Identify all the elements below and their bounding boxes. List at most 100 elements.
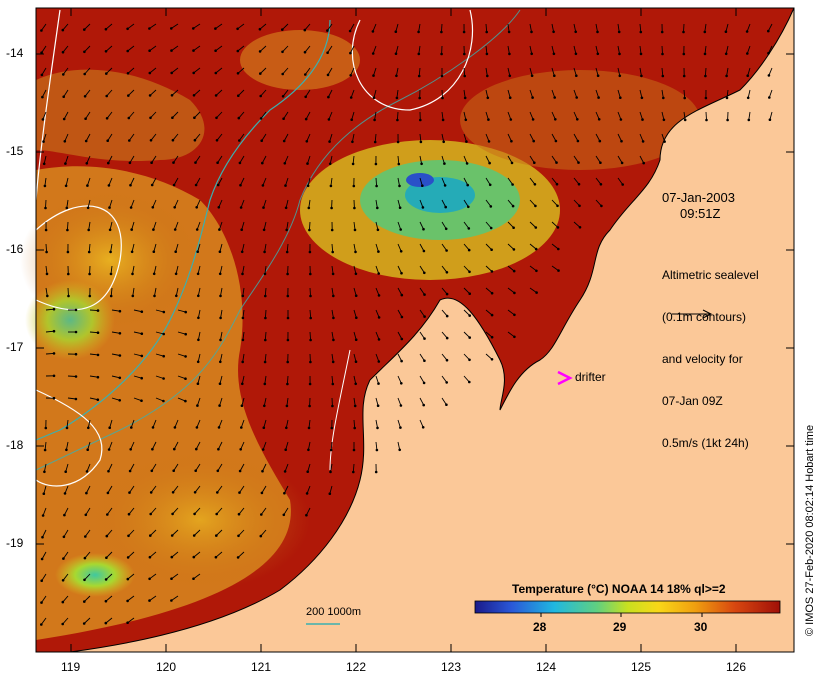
velocity-arrow-head <box>40 73 44 77</box>
velocity-arrow-head <box>83 95 87 98</box>
velocity-arrow-head <box>170 534 174 537</box>
velocity-arrow-head <box>618 52 621 56</box>
velocity-arrow-head <box>130 228 133 231</box>
velocity-arrow-head <box>52 329 56 333</box>
velocity-arrow-head <box>704 74 707 78</box>
altimetry-info-line-1: Altimetric sealevel <box>662 268 759 282</box>
velocity-arrow-head <box>468 314 472 317</box>
velocity-arrow-head <box>173 447 176 451</box>
velocity-arrow-head <box>215 512 218 516</box>
velocity-arrow-head <box>534 226 538 229</box>
velocity-arrow-head <box>258 50 262 53</box>
velocity-arrow-head <box>417 52 421 56</box>
velocity-arrow-head <box>237 94 240 97</box>
velocity-arrow-head <box>217 426 221 429</box>
velocity-arrow-head <box>422 249 426 253</box>
velocity-arrow-head <box>303 28 307 32</box>
velocity-arrow-head <box>129 206 133 209</box>
velocity-arrow-head <box>128 139 131 142</box>
velocity-arrow-head <box>489 205 493 208</box>
velocity-arrow-head <box>354 360 358 364</box>
velocity-arrow-head <box>377 316 381 319</box>
velocity-arrow-head <box>419 140 423 144</box>
velocity-arrow-head <box>662 118 666 122</box>
velocity-arrow-head <box>618 74 622 78</box>
velocity-arrow-head <box>193 138 197 142</box>
velocity-arrow-head <box>217 206 221 209</box>
velocity-arrow-head <box>150 469 154 473</box>
velocity-arrow-head <box>725 96 729 100</box>
velocity-arrow-head <box>445 314 449 318</box>
velocity-arrow-head <box>396 118 399 122</box>
velocity-arrow-head <box>641 118 644 121</box>
velocity-arrow-head <box>574 52 578 56</box>
velocity-arrow-head <box>52 396 56 400</box>
velocity-arrow-head <box>423 359 426 363</box>
cool-sst-spot <box>406 173 434 187</box>
velocity-arrow-head <box>238 469 242 473</box>
velocity-arrow-head <box>621 183 624 186</box>
velocity-arrow-head <box>105 94 108 98</box>
velocity-arrow-head <box>152 272 156 276</box>
velocity-arrow-head <box>349 74 353 77</box>
velocity-arrow-head <box>216 469 220 473</box>
velocity-arrow-head <box>332 316 335 320</box>
velocity-arrow-head <box>241 360 244 364</box>
velocity-arrow-head <box>372 96 376 99</box>
velocity-arrow-head <box>42 162 46 166</box>
velocity-arrow-head <box>375 448 379 452</box>
velocity-arrow-head <box>487 118 490 121</box>
velocity-arrow-head <box>150 161 153 164</box>
velocity-arrow-head <box>468 292 472 296</box>
velocity-arrow-head <box>65 206 69 210</box>
velocity-arrow-head <box>172 469 175 473</box>
velocity-arrow-head <box>174 250 177 253</box>
velocity-arrow-head <box>195 228 199 231</box>
velocity-arrow-head <box>705 118 708 122</box>
velocity-arrow-head <box>74 352 78 356</box>
north-warm-patch <box>240 30 360 90</box>
velocity-arrow-head <box>465 162 469 165</box>
velocity-arrow-head <box>44 426 48 430</box>
velocity-arrow-head <box>118 354 122 357</box>
velocity-arrow-head <box>661 52 664 56</box>
velocity-arrow-head <box>84 139 88 143</box>
colorbar-label: 30 <box>694 620 708 634</box>
velocity-arrow-head <box>682 30 685 34</box>
velocity-arrow-head <box>400 293 404 297</box>
velocity-arrow-head <box>421 426 425 429</box>
velocity-arrow-head <box>578 204 581 208</box>
velocity-arrow-head <box>83 72 86 76</box>
velocity-arrow-head <box>557 247 560 251</box>
velocity-arrow-head <box>445 249 448 252</box>
velocity-arrow-head <box>285 228 289 232</box>
velocity-arrow-head <box>745 30 749 33</box>
velocity-arrow-head <box>193 512 196 516</box>
velocity-arrow-head <box>215 116 218 120</box>
velocity-arrow-head <box>162 377 165 380</box>
velocity-arrow-head <box>127 534 130 538</box>
velocity-arrow-head <box>40 29 43 32</box>
velocity-arrow-head <box>444 205 448 209</box>
velocity-arrow-head <box>510 161 514 165</box>
velocity-arrow-head <box>532 139 535 143</box>
velocity-arrow-head <box>309 360 312 364</box>
velocity-arrow-head <box>463 74 467 78</box>
velocity-arrow-head <box>195 447 198 451</box>
velocity-arrow-head <box>440 52 443 56</box>
velocity-arrow-head <box>552 30 555 34</box>
colorbar-title: Temperature (°C) NOAA 14 18% ql>=2 <box>512 582 726 596</box>
velocity-arrow-head <box>554 139 558 143</box>
velocity-arrow-head <box>219 360 222 364</box>
velocity-arrow-head <box>40 579 43 582</box>
velocity-arrow-head <box>96 353 100 357</box>
velocity-arrow-head <box>281 28 284 31</box>
velocity-arrow-head <box>52 307 56 311</box>
velocity-arrow-head <box>512 269 516 273</box>
velocity-arrow-head <box>41 95 44 99</box>
y-tick-label: -19 <box>6 536 24 550</box>
velocity-arrow-head <box>61 622 64 626</box>
velocity-arrow-head <box>96 331 100 335</box>
velocity-arrow-head <box>508 52 511 56</box>
velocity-arrow-head <box>445 381 449 384</box>
